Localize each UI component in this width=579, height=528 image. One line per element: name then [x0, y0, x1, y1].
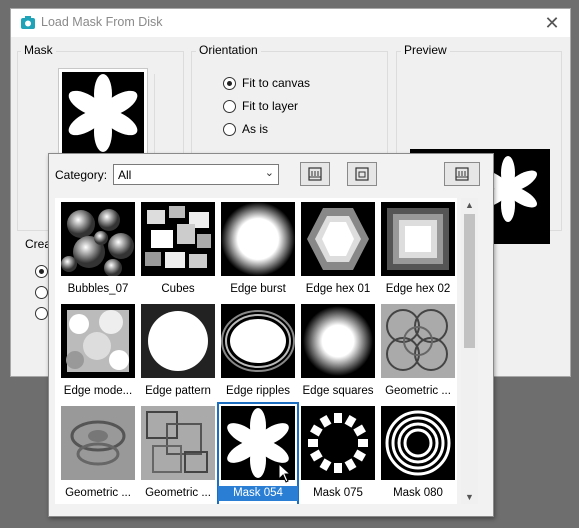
create-radio-3[interactable]: [35, 307, 48, 320]
mask-thumbnail: [381, 304, 455, 378]
mask-item-label: Mask 080: [393, 487, 443, 499]
mask-item-geometric-3[interactable]: Geometric ...: [138, 403, 218, 504]
mask-thumbnail: [301, 304, 375, 378]
mask-thumbnail: [141, 406, 215, 480]
mask-group-label: Mask: [21, 43, 56, 57]
mask-item-edge-pattern[interactable]: Edge pattern: [138, 301, 218, 403]
radio-fit-to-canvas[interactable]: Fit to canvas: [223, 76, 310, 90]
mask-item-label: Mask 054: [218, 486, 298, 501]
radio-checked-icon: [223, 76, 236, 90]
radio-as-is[interactable]: As is: [223, 122, 268, 136]
folder-view-button[interactable]: [347, 162, 377, 186]
category-value: All: [118, 168, 132, 182]
radio-label: Fit to layer: [242, 99, 299, 113]
gallery-scrollbar[interactable]: ▲ ▼: [461, 198, 478, 504]
mask-item-label: Geometric ...: [65, 487, 131, 499]
category-dropdown[interactable]: All ⌄: [113, 164, 279, 185]
camera-icon: [21, 16, 35, 29]
mask-thumbnail: [301, 406, 375, 480]
mask-thumbnail: [221, 202, 295, 276]
mask-item-label: Mask 075: [313, 487, 363, 499]
mask-thumbnail: [301, 202, 375, 276]
mask-item-edge-hex-01[interactable]: Edge hex 01: [298, 199, 378, 301]
radio-label: Fit to canvas: [242, 76, 311, 90]
mask-item-edge-burst[interactable]: Edge burst: [218, 199, 298, 301]
grid-tray-icon: [455, 167, 469, 181]
mask-item-label: Geometric ...: [145, 487, 211, 499]
mask-thumbnail: [61, 202, 135, 276]
mask-item-edge-squares[interactable]: Edge squares: [298, 301, 378, 403]
title-bar: Load Mask From Disk ✕: [11, 9, 570, 37]
mask-item-label: Edge burst: [230, 283, 286, 295]
radio-label: As is: [242, 122, 269, 136]
scroll-down-arrow-icon[interactable]: ▼: [461, 490, 478, 504]
mouse-pointer-icon: [278, 463, 292, 483]
mask-thumb-scrollbar[interactable]: [154, 74, 162, 158]
radio-fit-to-layer[interactable]: Fit to layer: [223, 99, 298, 113]
mask-item-label: Bubbles_07: [67, 283, 129, 295]
mask-item-mask-054[interactable]: Mask 054: [217, 402, 299, 504]
preview-group-label: Preview: [401, 43, 450, 57]
mask-item-label: Edge pattern: [145, 385, 211, 397]
mask-item-label: Edge mode...: [63, 385, 133, 397]
flower-mask-icon: [68, 74, 138, 152]
options-button[interactable]: [444, 162, 480, 186]
close-button[interactable]: ✕: [540, 12, 564, 34]
mask-item-mask-075[interactable]: Mask 075: [298, 403, 378, 504]
mask-item-edge-mode[interactable]: Edge mode...: [58, 301, 138, 403]
mask-item-edge-hex-02[interactable]: Edge hex 02: [378, 199, 457, 301]
mask-item-label: Edge squares: [302, 385, 374, 397]
create-radio-2[interactable]: [35, 286, 48, 299]
radio-unchecked-icon: [223, 122, 236, 136]
orientation-group-label: Orientation: [196, 43, 261, 57]
mask-item-edge-ripples[interactable]: Edge ripples: [218, 301, 298, 403]
mask-item-geometric-1[interactable]: Geometric ...: [378, 301, 457, 403]
mask-thumbnail: [61, 304, 135, 378]
tray-icon: [355, 167, 369, 181]
chevron-down-icon: ⌄: [264, 167, 274, 179]
mask-item-label: Edge hex 02: [385, 283, 451, 295]
mask-item-label: Edge ripples: [226, 385, 290, 397]
mask-thumbnail: [221, 304, 295, 378]
mask-thumbnail: [381, 406, 455, 480]
mask-item-mask-080[interactable]: Mask 080: [378, 403, 457, 504]
gallery-view-button[interactable]: [300, 162, 330, 186]
grid-tray-icon: [308, 167, 322, 181]
mask-gallery[interactable]: Bubbles_07 Cubes Edge burst Edge hex 01 …: [55, 198, 457, 504]
mask-item-geometric-2[interactable]: Geometric ...: [58, 403, 138, 504]
mask-thumbnail: [381, 202, 455, 276]
mask-item-label: Edge hex 01: [305, 283, 371, 295]
scroll-thumb[interactable]: [464, 214, 475, 348]
mask-item-bubbles[interactable]: Bubbles_07: [58, 199, 138, 301]
category-label: Category:: [55, 168, 108, 182]
create-radio-1[interactable]: [35, 265, 48, 278]
mask-thumbnail: [141, 202, 215, 276]
scroll-up-arrow-icon[interactable]: ▲: [461, 198, 478, 212]
mask-item-cubes[interactable]: Cubes: [138, 199, 218, 301]
mask-picker-popup: Category: All ⌄ Bubbles_07 Cubes Edge bu…: [48, 153, 494, 517]
mask-thumbnail[interactable]: [58, 68, 148, 158]
mask-thumbnail: [141, 304, 215, 378]
window-title: Load Mask From Disk: [41, 15, 163, 29]
mask-item-label: Geometric ...: [385, 385, 451, 397]
mask-item-label: Cubes: [161, 283, 195, 295]
mask-thumbnail: [61, 406, 135, 480]
radio-unchecked-icon: [223, 99, 236, 113]
